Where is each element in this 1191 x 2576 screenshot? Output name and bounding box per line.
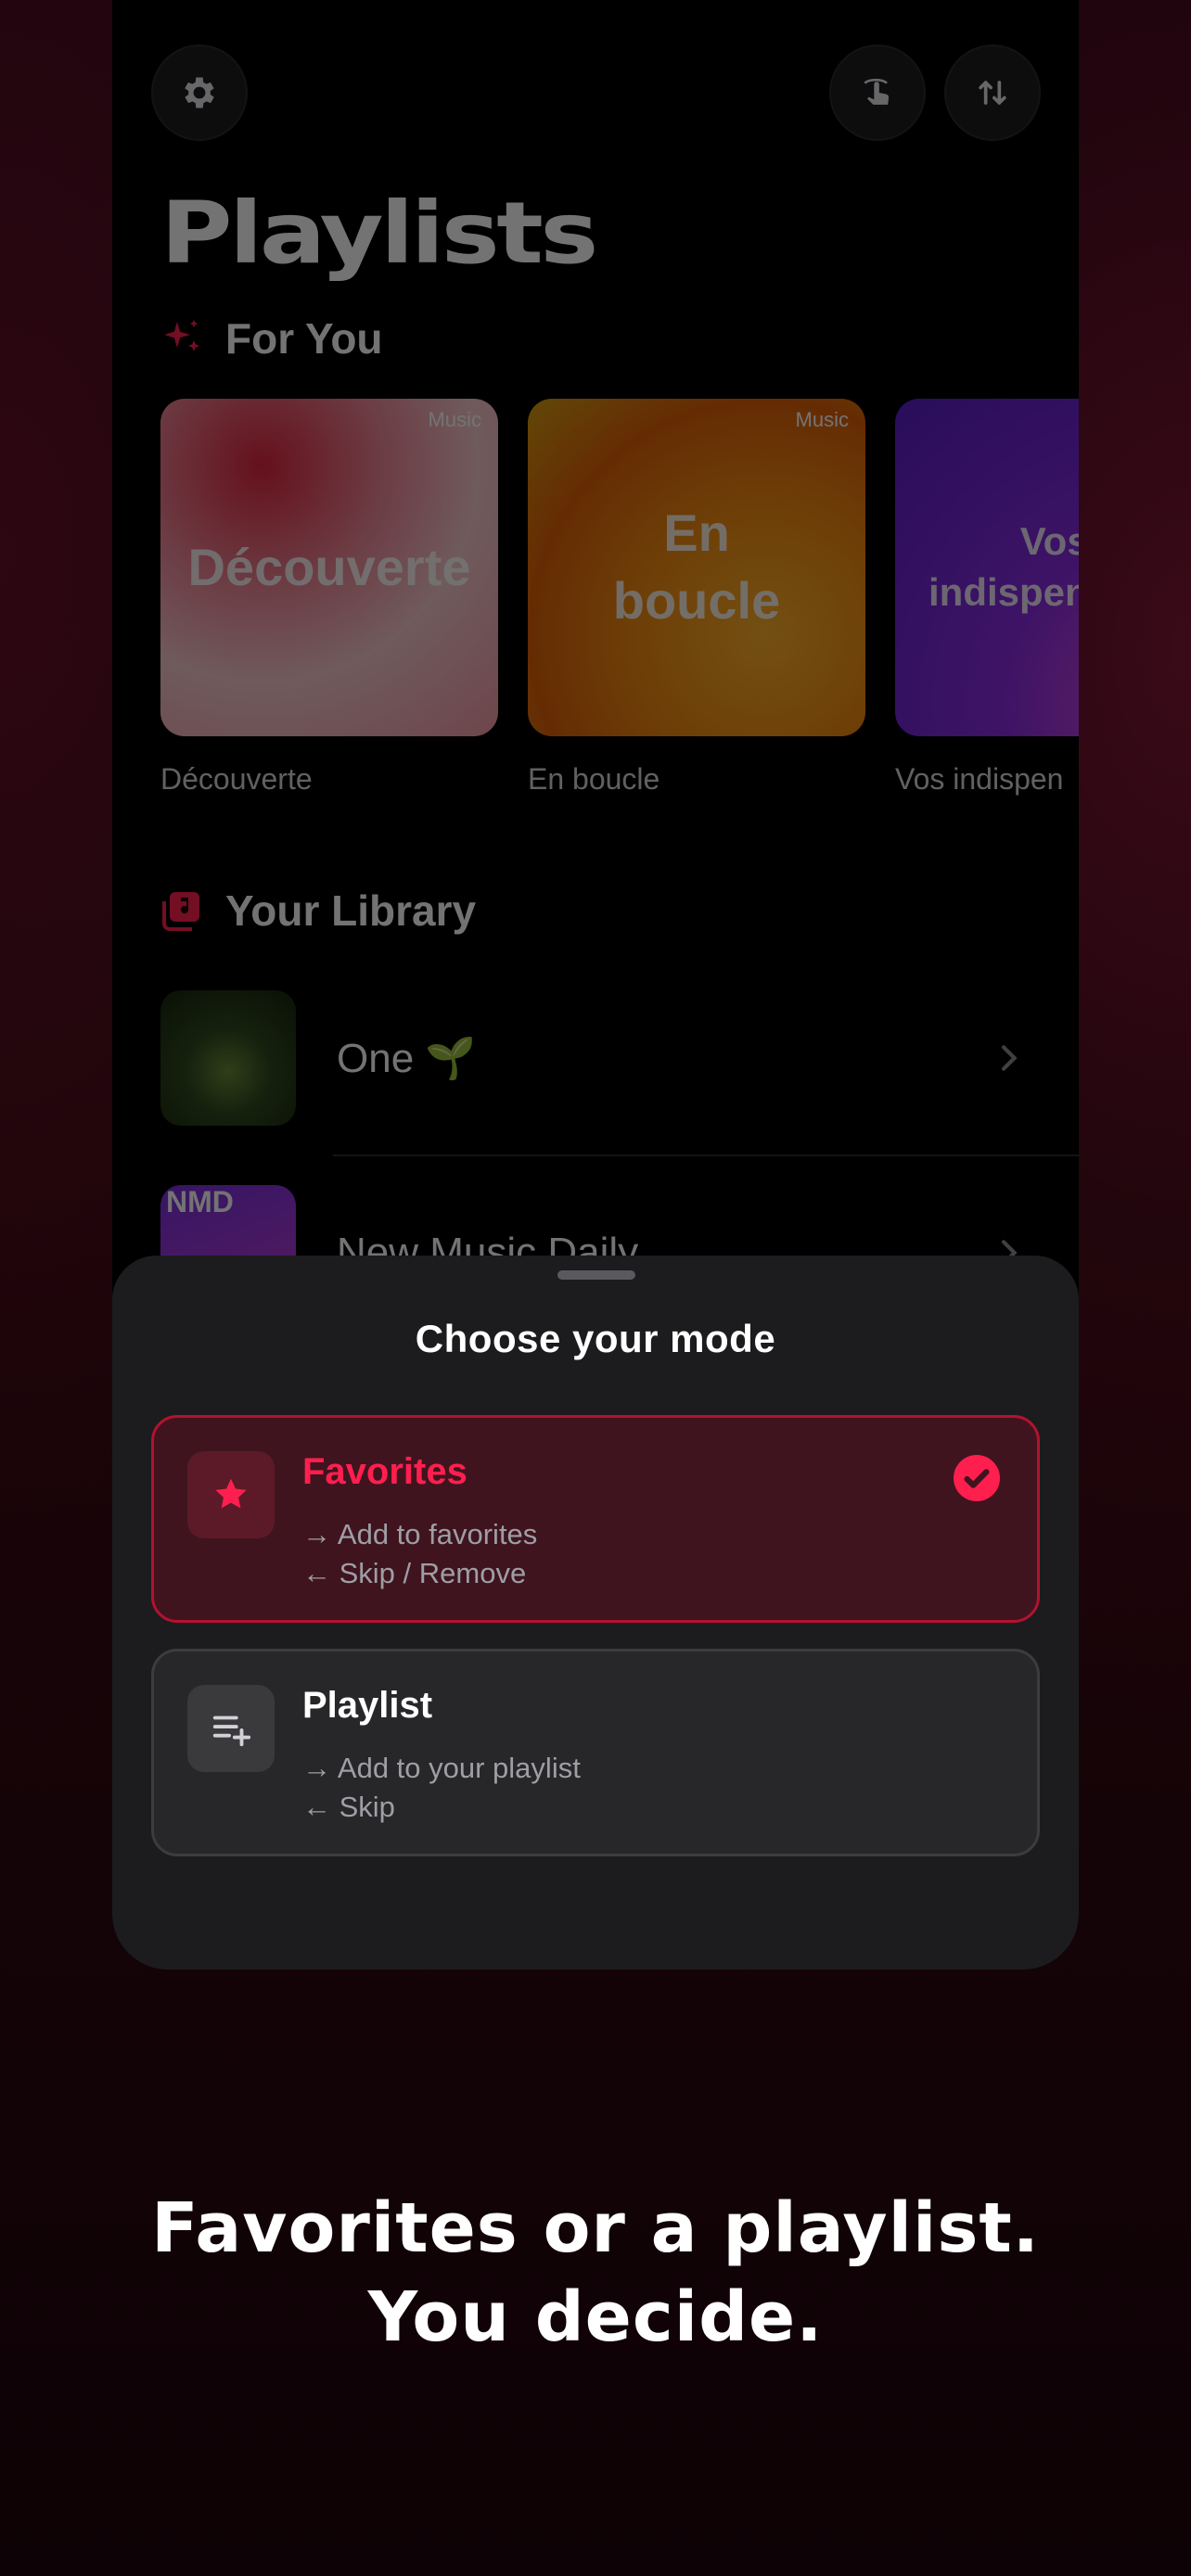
apple-music-badge: Music — [795, 408, 849, 431]
chevron-right-icon — [1001, 1045, 1018, 1071]
mode-icon-box — [187, 1451, 275, 1538]
mode-description-line: ← Skip / Remove — [302, 1557, 527, 1589]
marketing-tagline: Favorites or a playlist. You decide. — [0, 2184, 1191, 2362]
sheet-title: Choose your mode — [415, 1317, 776, 1360]
row-title: One 🌱 — [337, 1036, 477, 1081]
playlist-card[interactable]: Music En boucle En boucle — [528, 399, 865, 797]
row-divider — [333, 1154, 1079, 1156]
playlist-caption: En boucle — [528, 762, 660, 796]
mode-description-line: → Add to your playlist — [302, 1752, 581, 1784]
playlist-artwork: Music En boucle — [528, 399, 865, 736]
phone-screen: Playlists For You Music Découverte Décou… — [112, 0, 1079, 1970]
tagline-line: Favorites or a playlist. — [151, 2188, 1040, 2268]
for-you-label: For You — [225, 314, 383, 363]
library-row[interactable]: One 🌱 — [160, 990, 1079, 1126]
playlist-artwork: Vos indispen — [895, 399, 1079, 736]
artwork-text: Vos indispen — [928, 519, 1079, 614]
mode-bottom-sheet: Choose your mode Favorites → Add to favo… — [112, 1256, 1079, 1970]
for-you-carousel[interactable]: Music Découverte Découverte Music En bou… — [160, 399, 1079, 797]
playlist-add-icon — [212, 1715, 251, 1747]
page-title: Playlists — [160, 184, 598, 283]
apple-music-badge: Music — [428, 408, 481, 431]
gesture-mode-button[interactable] — [829, 45, 926, 141]
artwork-text: En boucle — [612, 504, 781, 630]
mode-name: Favorites — [302, 1451, 467, 1492]
library-label: Your Library — [225, 886, 477, 935]
settings-button[interactable] — [151, 45, 248, 141]
mode-name: Playlist — [302, 1685, 433, 1726]
mode-option-playlist[interactable]: Playlist → Add to your playlist ← Skip — [151, 1649, 1040, 1856]
playlist-card[interactable]: Vos indispen Vos indispen — [895, 399, 1079, 797]
sort-button[interactable] — [944, 45, 1041, 141]
mode-icon-box — [187, 1685, 275, 1772]
star-icon — [215, 1478, 247, 1509]
artwork-text: Découverte — [187, 537, 471, 596]
tagline-line: You decide. — [367, 2277, 824, 2357]
checkmark-circle-icon — [954, 1455, 1000, 1501]
playlist-card[interactable]: Music Découverte Découverte — [160, 399, 498, 797]
music-library-icon — [162, 892, 199, 931]
playlist-thumbnail — [160, 990, 296, 1126]
mode-description-line: ← Skip — [302, 1791, 395, 1823]
gear-icon — [185, 77, 214, 108]
swipe-hand-icon — [864, 78, 890, 105]
library-header: Your Library — [160, 886, 476, 936]
playlist-caption: Découverte — [160, 762, 313, 796]
mode-description-line: → Add to favorites — [302, 1518, 538, 1550]
playlist-caption: Vos indispen — [895, 762, 1064, 796]
mode-option-favorites[interactable]: Favorites → Add to favorites ← Skip / Re… — [151, 1415, 1040, 1623]
sort-arrows-icon — [979, 81, 1006, 105]
sheet-grabber[interactable] — [557, 1270, 635, 1280]
playlist-artwork: Music Découverte — [160, 399, 498, 736]
for-you-header: For You — [160, 313, 383, 363]
sparkles-icon — [164, 320, 199, 351]
